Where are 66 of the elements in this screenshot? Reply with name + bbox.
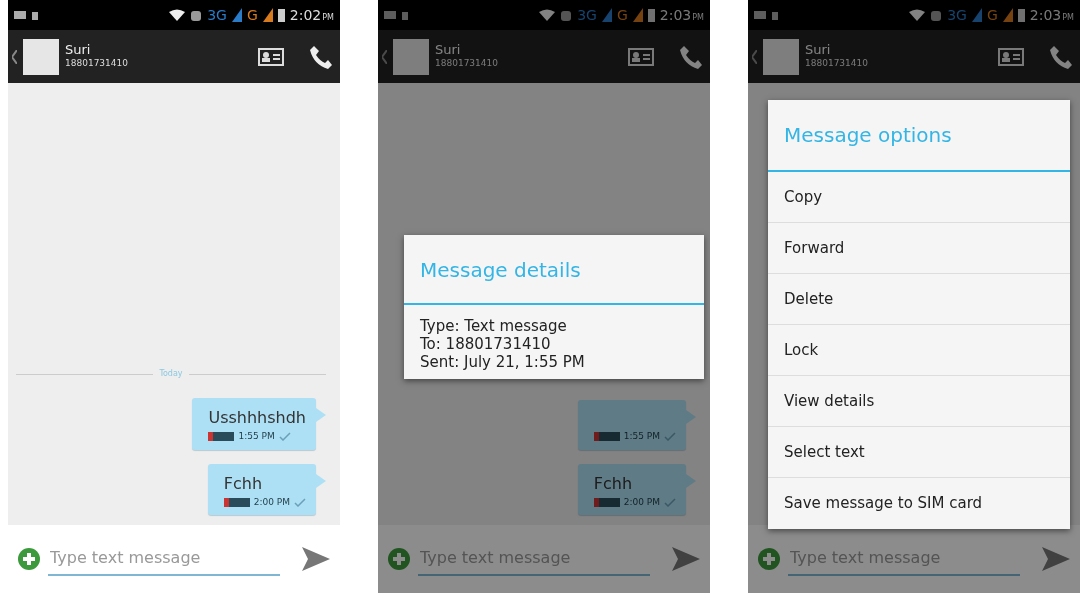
status-text: G (986, 5, 998, 25)
signal-icon (262, 8, 273, 22)
detail-line: Type: Text message (420, 317, 568, 335)
dialog-title: Message details (404, 235, 704, 305)
menu-item[interactable]: Select text (768, 427, 1070, 478)
message-input-field[interactable]: Type text message (418, 542, 650, 576)
status-text: 3G (577, 5, 597, 25)
send-icon[interactable] (1042, 547, 1070, 571)
sim-badge-icon (593, 497, 620, 507)
menu-item[interactable]: Copy (768, 172, 1070, 223)
contact-number: 18801731410 (65, 56, 129, 70)
add-icon[interactable] (758, 548, 780, 570)
clock-text: 2:03 PM (659, 5, 704, 25)
signal-icon (971, 8, 982, 22)
contact-card-icon[interactable] (258, 46, 284, 67)
message-time: 2:00 PM (623, 495, 660, 509)
message-text: Fchh (593, 472, 633, 495)
date-divider-label: Today (159, 368, 183, 380)
contact-name: Suri (435, 42, 462, 57)
clock-text: 2:02 PM (289, 5, 334, 25)
status-text: 3G (207, 5, 227, 25)
status-text: G (246, 5, 258, 25)
signal-icon (601, 8, 612, 22)
wifi-icon (539, 9, 556, 21)
wifi-icon (909, 9, 926, 21)
menu-item[interactable]: Lock (768, 325, 1070, 376)
signal-icon (632, 8, 643, 22)
avatar-placeholder (763, 38, 799, 75)
signal-icon (1002, 8, 1013, 22)
sim-badge-icon (593, 432, 620, 442)
status-text: 3G (947, 5, 967, 25)
message-input-field[interactable]: Type text message (788, 542, 1020, 576)
contact-number: 18801731410 (435, 56, 499, 70)
message-time: 2:00 PM (253, 495, 290, 509)
message-input-field[interactable]: Type text message (48, 542, 280, 576)
menu-item[interactable]: Delete (768, 274, 1070, 325)
message-text: Fchh (223, 472, 263, 495)
clock-text: 2:03 PM (1029, 5, 1074, 25)
battery-icon (277, 8, 285, 22)
back-caret-icon[interactable] (12, 49, 17, 64)
contact-name: Suri (65, 42, 92, 57)
sim-badge-icon (208, 432, 235, 442)
phone-icon[interactable] (310, 44, 332, 69)
avatar-placeholder (393, 38, 429, 75)
wifi-icon (169, 9, 186, 21)
dialog-title: Message options (768, 100, 1070, 172)
menu-item[interactable]: Save message to SIM card (768, 478, 1070, 529)
menu-item[interactable]: Forward (768, 223, 1070, 274)
add-icon[interactable] (18, 548, 40, 570)
avatar-placeholder (23, 38, 59, 75)
menu-item[interactable]: View details (768, 376, 1070, 427)
sim-badge-icon (223, 497, 250, 507)
battery-icon (647, 8, 655, 22)
detail-line: Sent: July 21, 1:55 PM (420, 353, 586, 371)
signal-icon (231, 8, 242, 22)
contact-number: 18801731410 (805, 56, 869, 70)
detail-line: To: 18801731410 (420, 335, 552, 353)
send-icon[interactable] (302, 547, 330, 571)
battery-icon (1017, 8, 1025, 22)
contact-name: Suri (805, 42, 832, 57)
message-time: 1:55 PM (623, 430, 660, 443)
status-text: G (616, 5, 628, 25)
message-time: 1:55 PM (238, 430, 275, 443)
message-text: Usshhhshdh (208, 407, 306, 429)
send-icon[interactable] (672, 547, 700, 571)
add-icon[interactable] (388, 548, 410, 570)
